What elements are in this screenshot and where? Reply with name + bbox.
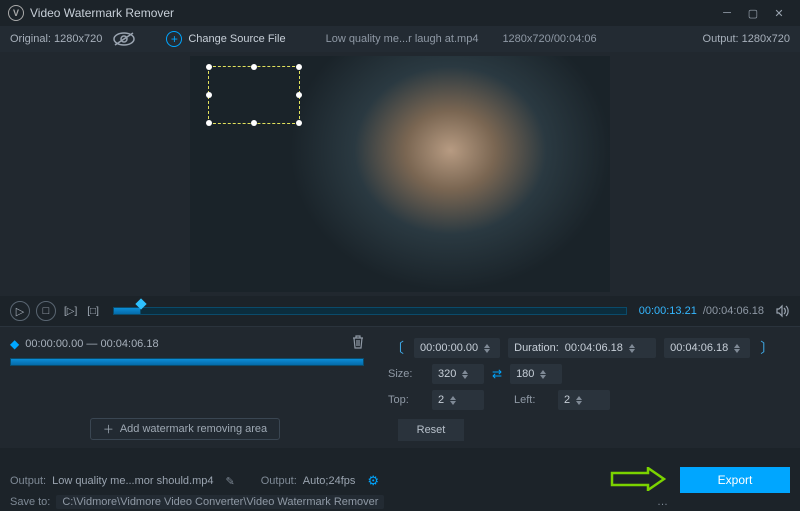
handle-nw[interactable]: [206, 64, 212, 70]
w-dn[interactable]: [462, 375, 468, 379]
width-input[interactable]: 320: [432, 364, 484, 384]
save-to-label: Save to:: [10, 496, 50, 508]
source-info: 1280x720/00:04:06: [502, 33, 596, 45]
area-time-range: 00:00:00.00 — 00:04:06.18: [25, 338, 346, 350]
rename-icon[interactable]: ✎: [226, 475, 235, 488]
l-up[interactable]: [576, 396, 582, 400]
h-up[interactable]: [540, 370, 546, 374]
app-logo: V: [8, 5, 24, 21]
play-button[interactable]: ▷: [10, 301, 30, 321]
duration-input[interactable]: Duration:00:04:06.18: [508, 338, 656, 358]
source-filename: Low quality me...r laugh at.mp4: [326, 33, 479, 45]
plus-icon: ＋: [103, 421, 114, 437]
start-up[interactable]: [484, 344, 490, 348]
output-format: Auto;24fps: [303, 475, 356, 487]
area-marker-icon: ◆: [10, 337, 19, 351]
handle-sw[interactable]: [206, 120, 212, 126]
maximize-button[interactable]: ▢: [740, 3, 766, 23]
handle-n[interactable]: [251, 64, 257, 70]
volume-icon[interactable]: [774, 304, 790, 318]
handle-ne[interactable]: [296, 64, 302, 70]
add-area-label: Add watermark removing area: [120, 423, 267, 435]
delete-area-icon[interactable]: [352, 335, 364, 352]
end-time-input[interactable]: 00:04:06.18: [664, 338, 750, 358]
top-label: Top:: [388, 394, 424, 406]
stop-button[interactable]: □: [36, 301, 56, 321]
size-label: Size:: [388, 368, 424, 380]
start-dn[interactable]: [484, 349, 490, 353]
handle-w[interactable]: [206, 92, 212, 98]
left-label: Left:: [514, 394, 550, 406]
preview-toggle-icon[interactable]: [112, 31, 136, 47]
add-source-icon[interactable]: +: [166, 31, 182, 47]
area-bar[interactable]: [10, 358, 364, 366]
top-input[interactable]: 2: [432, 390, 484, 410]
change-source-button[interactable]: Change Source File: [188, 33, 285, 45]
handle-se[interactable]: [296, 120, 302, 126]
end-up[interactable]: [734, 344, 740, 348]
dur-up[interactable]: [629, 344, 635, 348]
current-time: 00:00:13.21: [639, 305, 697, 317]
timeline-fill: [113, 307, 141, 315]
original-dimensions: Original: 1280x720: [10, 33, 102, 45]
bracket-out-icon[interactable]: 〕: [758, 341, 776, 355]
t-dn[interactable]: [450, 401, 456, 405]
t-up[interactable]: [450, 396, 456, 400]
dur-dn[interactable]: [629, 349, 635, 353]
start-time-input[interactable]: 00:00:00.00: [414, 338, 500, 358]
l-dn[interactable]: [576, 401, 582, 405]
left-input[interactable]: 2: [558, 390, 610, 410]
video-frame: [190, 56, 610, 292]
minimize-button[interactable]: ─: [714, 3, 740, 23]
video-preview[interactable]: [0, 52, 800, 296]
output-dimensions: Output: 1280x720: [703, 33, 790, 45]
browse-button[interactable]: …: [657, 496, 670, 508]
watermark-selection[interactable]: [208, 66, 300, 124]
output-label-2: Output:: [261, 475, 297, 487]
export-button[interactable]: Export: [680, 467, 790, 493]
add-area-button[interactable]: ＋ Add watermark removing area: [90, 418, 280, 440]
save-to-path[interactable]: C:\Vidmore\Vidmore Video Converter\Video…: [56, 495, 384, 509]
handle-s[interactable]: [251, 120, 257, 126]
timeline[interactable]: [113, 304, 627, 318]
reset-button[interactable]: Reset: [398, 419, 464, 441]
link-aspect-icon[interactable]: ⇄: [492, 367, 502, 381]
height-input[interactable]: 180: [510, 364, 562, 384]
arrow-annotation: [610, 467, 666, 491]
mark-out-button[interactable]: [□]: [85, 301, 101, 321]
end-dn[interactable]: [734, 349, 740, 353]
mark-in-button[interactable]: [▷]: [62, 301, 79, 321]
app-title: Video Watermark Remover: [30, 6, 714, 20]
output-label-1: Output:: [10, 475, 46, 487]
close-button[interactable]: ✕: [766, 3, 792, 23]
handle-e[interactable]: [296, 92, 302, 98]
output-filename: Low quality me...mor should.mp4: [52, 475, 213, 487]
w-up[interactable]: [462, 370, 468, 374]
settings-icon[interactable]: ⚙: [367, 473, 379, 489]
timeline-track: [113, 307, 627, 315]
bracket-in-icon[interactable]: 〔: [388, 341, 406, 355]
h-dn[interactable]: [540, 375, 546, 379]
total-time: /00:04:06.18: [703, 305, 764, 317]
